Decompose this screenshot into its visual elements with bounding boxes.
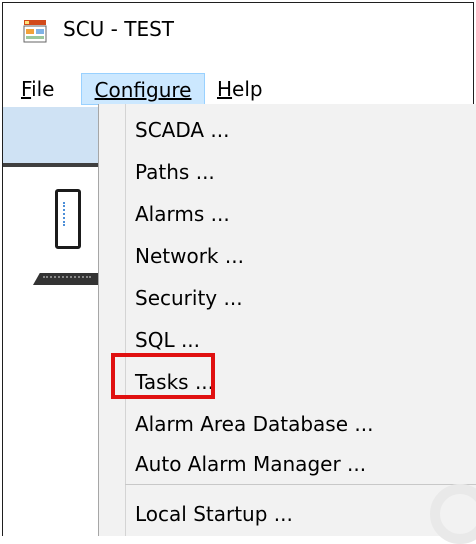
- menu-configure[interactable]: Configure: [81, 73, 205, 105]
- menu-item-auto-alarm-manager[interactable]: Auto Alarm Manager ...: [135, 444, 366, 484]
- menu-item-local-startup[interactable]: Local Startup ...: [135, 494, 293, 534]
- menu-item-scada[interactable]: SCADA ...: [135, 110, 230, 150]
- menu-configure-mnemonic: C: [94, 78, 109, 102]
- menu-help[interactable]: Help: [213, 73, 275, 105]
- menu-item-network[interactable]: Network ...: [135, 236, 244, 276]
- menu-item-alarm-area-database[interactable]: Alarm Area Database ...: [135, 404, 373, 444]
- client-divider: [3, 163, 103, 167]
- tasks-highlight-annotation: [111, 353, 215, 399]
- menu-help-mnemonic: H: [217, 77, 233, 101]
- app-icon: [23, 20, 47, 43]
- menu-file-label: ile: [31, 77, 55, 101]
- menu-configure-label: onfigure: [108, 78, 192, 102]
- menu-item-alarms[interactable]: Alarms ...: [135, 194, 230, 234]
- title-bar[interactable]: SCU - TEST: [3, 3, 473, 59]
- configure-dropdown-menu: SCADA ... Paths ... Alarms ... Network .…: [98, 104, 476, 536]
- menu-icon-gutter: [125, 104, 126, 536]
- menu-file-mnemonic: F: [21, 77, 32, 101]
- client-toolbar-strip: [3, 107, 103, 164]
- menu-bar: File Configure Help: [3, 73, 473, 107]
- menu-item-paths[interactable]: Paths ...: [135, 152, 215, 192]
- client-area: [3, 107, 103, 537]
- menu-item-security[interactable]: Security ...: [135, 278, 243, 318]
- menu-separator: [125, 484, 476, 485]
- computer-monitor-icon: [55, 189, 81, 249]
- window-title: SCU - TEST: [63, 17, 174, 41]
- menu-file[interactable]: File: [17, 73, 67, 105]
- keyboard-icon: [33, 273, 101, 285]
- menu-help-label: elp: [232, 77, 263, 101]
